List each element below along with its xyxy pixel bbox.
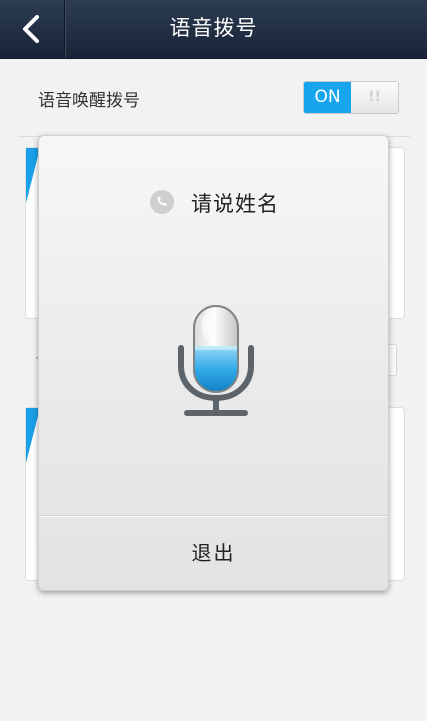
- prompt-text: 请说姓名: [191, 192, 280, 216]
- voice-wake-setting-row: 语音唤醒拨号 ON !!: [18, 68, 410, 137]
- microphone-icon: [178, 305, 254, 416]
- page-title: 语音拨号: [169, 16, 258, 40]
- toggle-knob: !!: [351, 82, 398, 113]
- dialog-prompt: 请说姓名: [39, 188, 388, 222]
- voice-wake-toggle[interactable]: ON !!: [303, 81, 399, 114]
- title-bar: 语音拨号: [0, 0, 427, 59]
- toggle-on-label: ON: [304, 82, 351, 113]
- background-edge-control: [388, 344, 397, 376]
- voice-dial-dialog: 请说姓名 退出: [38, 135, 389, 591]
- voice-wake-label: 语音唤醒拨号: [38, 91, 140, 111]
- phone-bubble-icon: [149, 190, 174, 214]
- exit-button[interactable]: 退出: [39, 516, 388, 591]
